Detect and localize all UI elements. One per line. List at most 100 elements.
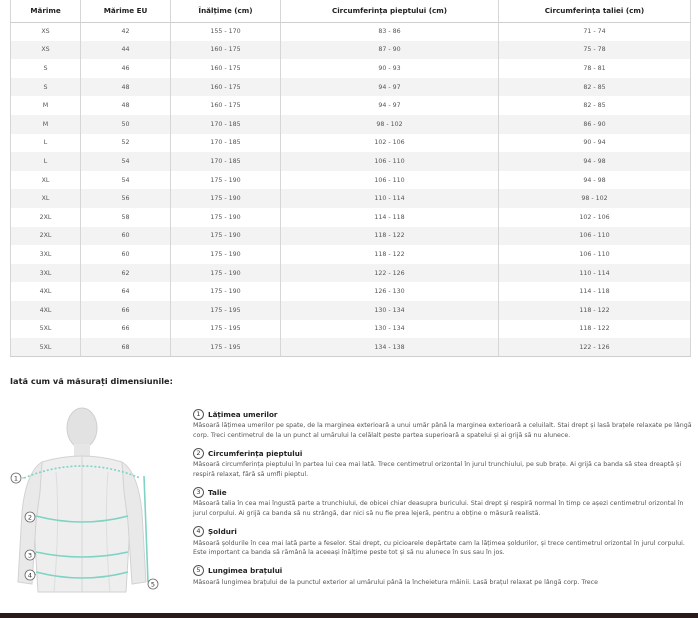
column-header-eu-size: Mărime EU xyxy=(80,0,171,23)
cell-eu-size: 54 xyxy=(80,152,171,171)
cell-waist: 78 - 81 xyxy=(498,59,691,78)
column-header-chest: Circumferința pieptului (cm) xyxy=(280,0,499,23)
cell-size: 5XL xyxy=(10,338,81,358)
cell-chest: 130 - 134 xyxy=(280,300,499,320)
cell-waist: 94 - 98 xyxy=(498,170,691,190)
cell-waist: 118 - 122 xyxy=(498,319,691,339)
size-chart-table: Mărime Mărime EU Înălțime (cm) Circumfer… xyxy=(10,0,691,358)
cell-eu-size: 62 xyxy=(80,263,171,283)
step-title: Talie xyxy=(208,487,227,497)
table-row: XL 56 175 - 190 110 - 114 98 - 102 xyxy=(10,189,691,208)
cell-waist: 102 - 106 xyxy=(498,207,691,227)
cell-height: 175 - 190 xyxy=(170,189,281,208)
step-hips: 4 Șolduri Măsoară șoldurile în cea mai l… xyxy=(193,526,693,558)
cell-eu-size: 64 xyxy=(80,282,171,301)
cell-size: XS xyxy=(41,28,50,36)
table-row: 5XL 68 175 - 195 134 - 138 122 - 126 xyxy=(10,338,691,358)
table-row: S 48 160 - 175 94 - 97 82 - 85 xyxy=(10,77,691,97)
cell-eu-size: 60 xyxy=(80,226,171,246)
cell-chest: 110 - 114 xyxy=(280,189,499,208)
cell-waist: 118 - 122 xyxy=(498,300,691,320)
body-silhouette-illustration: 1 2 3 4 5 xyxy=(10,407,159,593)
cell-height: 175 - 195 xyxy=(170,319,281,339)
cell-chest: 106 - 110 xyxy=(280,152,499,171)
cell-size: L xyxy=(43,139,48,147)
cell-height: 175 - 195 xyxy=(170,300,281,320)
cell-waist: 71 - 74 xyxy=(498,22,691,41)
step-arm-length: 5 Lungimea brațului Măsoară lungimea bra… xyxy=(193,565,693,588)
step-description: Măsoară circumferința pieptului în parte… xyxy=(193,461,682,478)
cell-height: 155 - 170 xyxy=(170,22,281,41)
table-row: 4XL 64 175 - 190 126 - 130 114 - 118 xyxy=(11,282,691,301)
cell-size: 4XL xyxy=(39,288,52,296)
table-row: M 50 170 - 185 98 - 102 86 - 90 xyxy=(10,114,691,134)
marker-4: 4 xyxy=(24,569,36,581)
cell-chest: 134 - 138 xyxy=(280,338,499,358)
measurement-guide-title: Iată cum vă măsurați dimensiunile: xyxy=(10,376,173,386)
cell-size: L xyxy=(10,152,81,171)
cell-size: XL xyxy=(10,189,81,208)
cell-chest: 83 - 86 xyxy=(280,22,499,41)
cell-chest: 118 - 122 xyxy=(280,226,499,246)
cell-chest: 106 - 110 xyxy=(280,170,499,190)
column-header-waist: Circumferința taliei (cm) xyxy=(498,0,691,23)
step-description: Măsoară lungimea brațului de la punctul … xyxy=(193,578,599,586)
cell-size: XL xyxy=(41,176,50,184)
cell-size: S xyxy=(10,77,81,97)
marker-1: 1 xyxy=(10,472,22,484)
svg-text:1: 1 xyxy=(14,474,18,482)
cell-height: 175 - 190 xyxy=(170,245,281,264)
table-row: M 48 160 - 175 94 - 97 82 - 85 xyxy=(11,96,691,115)
cell-height: 170 - 185 xyxy=(170,133,281,153)
table-row: L 52 170 - 185 102 - 106 90 - 94 xyxy=(11,133,691,153)
cell-size: M xyxy=(10,114,81,134)
cell-chest: 94 - 97 xyxy=(280,96,499,115)
cell-waist: 106 - 110 xyxy=(498,226,691,246)
cell-waist: 110 - 114 xyxy=(498,263,691,283)
cell-height: 175 - 190 xyxy=(170,226,281,246)
cell-size: XS xyxy=(10,40,81,60)
marker-5: 5 xyxy=(147,578,159,590)
cell-height: 175 - 190 xyxy=(170,263,281,283)
step-chest: 2 Circumferința pieptului Măsoară circum… xyxy=(193,447,693,479)
cell-eu-size: 60 xyxy=(80,245,171,264)
cell-size: 3XL xyxy=(10,263,81,283)
cell-waist: 90 - 94 xyxy=(498,133,691,153)
cell-waist: 94 - 98 xyxy=(498,152,691,171)
step-title: Circumferința pieptului xyxy=(208,448,303,458)
cell-size: 2XL xyxy=(39,213,52,221)
page-bottom-bar xyxy=(0,613,698,618)
table-row: 2XL 58 175 - 190 114 - 118 102 - 106 xyxy=(11,207,691,227)
cell-eu-size: 42 xyxy=(80,22,171,41)
step-shoulder-width: 1 Lățimea umerilor Măsoară lățimea umeri… xyxy=(193,408,693,440)
cell-height: 160 - 175 xyxy=(170,77,281,97)
table-row: S 46 160 - 175 90 - 93 78 - 81 xyxy=(11,59,691,78)
step-number-badge: 1 xyxy=(193,408,204,420)
table-header-row: Mărime Mărime EU Înălțime (cm) Circumfer… xyxy=(10,0,691,23)
step-number-badge: 5 xyxy=(193,565,204,577)
table-row: 3XL 60 175 - 190 118 - 122 106 - 110 xyxy=(11,245,691,264)
cell-height: 160 - 175 xyxy=(170,96,281,115)
cell-eu-size: 66 xyxy=(80,319,171,339)
table-row: XS 44 160 - 175 87 - 90 75 - 78 xyxy=(10,40,691,60)
measurement-instructions: 1 Lățimea umerilor Măsoară lățimea umeri… xyxy=(193,408,693,594)
svg-text:2: 2 xyxy=(28,513,32,521)
svg-text:3: 3 xyxy=(28,551,32,559)
cell-size: M xyxy=(42,102,49,110)
cell-eu-size: 46 xyxy=(80,59,171,78)
step-waist: 3 Talie Măsoară talia în cea mai îngustă… xyxy=(193,486,693,518)
step-number-badge: 4 xyxy=(193,526,204,538)
cell-size: 2XL xyxy=(10,226,81,246)
cell-chest: 130 - 134 xyxy=(280,319,499,339)
table-body: XS 42 155 - 170 83 - 86 71 - 74 XS 44 160 - 175… xyxy=(10,22,691,358)
marker-3: 3 xyxy=(24,549,36,561)
cell-height: 175 - 190 xyxy=(170,282,281,301)
table-row: 5XL 66 175 - 195 130 - 134 118 - 122 xyxy=(11,319,691,339)
cell-waist: 114 - 118 xyxy=(498,282,691,301)
cell-chest: 102 - 106 xyxy=(280,133,499,153)
step-description: Măsoară lățimea umerilor pe spate, de la… xyxy=(193,422,692,439)
cell-waist: 86 - 90 xyxy=(498,114,691,134)
cell-chest: 87 - 90 xyxy=(280,40,499,60)
cell-chest: 98 - 102 xyxy=(280,114,499,134)
cell-chest: 122 - 126 xyxy=(280,263,499,283)
